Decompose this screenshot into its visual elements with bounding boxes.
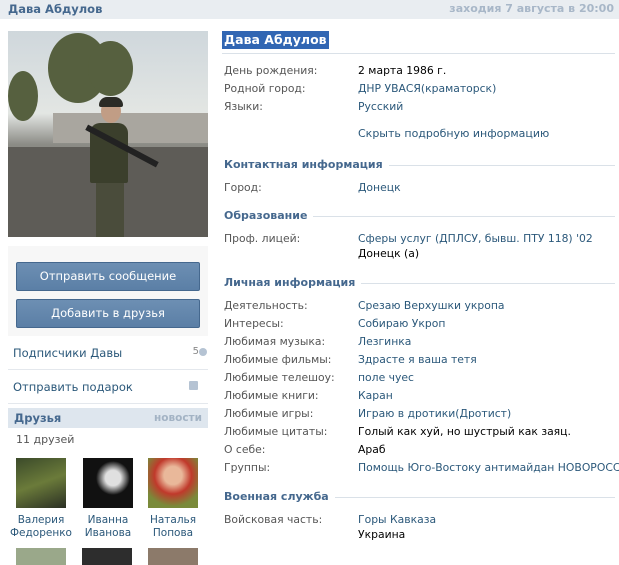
info-value[interactable]: Донецк xyxy=(358,181,401,194)
friend-last-name[interactable]: Федоренко xyxy=(8,527,74,540)
friend-avatar[interactable] xyxy=(16,458,66,508)
tree-shape xyxy=(8,71,38,121)
friends-title[interactable]: Друзья xyxy=(14,411,61,425)
info-value: Араб xyxy=(358,443,386,456)
friend-card[interactable]: Наталья Попова xyxy=(140,458,206,540)
info-key: Любимая музыка: xyxy=(224,335,326,348)
section-title: Контактная информация xyxy=(224,158,389,171)
friends-news-link[interactable]: новости xyxy=(154,412,202,424)
profile-name: Дава Абдулов xyxy=(222,31,329,49)
info-value[interactable]: Собираю Укроп xyxy=(358,317,445,330)
info-key: Город: xyxy=(224,181,262,194)
friend-last-name[interactable]: Попова xyxy=(140,527,206,540)
profile-photo[interactable] xyxy=(8,31,208,237)
info-key: Группы: xyxy=(224,461,271,474)
info-value[interactable]: Русский xyxy=(358,100,403,113)
info-value[interactable]: Помощь Юго-Востоку антимайдан НОВОРОССИЯ xyxy=(358,461,619,474)
friend-avatar[interactable] xyxy=(82,548,132,565)
info-key: День рождения: xyxy=(224,64,318,77)
person-legs xyxy=(96,181,124,237)
personal-section: Личная информация xyxy=(224,276,615,290)
info-value[interactable]: поле чуес xyxy=(358,371,414,384)
friend-first-name[interactable]: Иванна xyxy=(75,514,141,527)
last-seen: заходия 7 августа в 20:00 xyxy=(449,2,614,15)
info-key: Деятельность: xyxy=(224,299,308,312)
add-friend-button[interactable]: Добавить в друзья xyxy=(16,299,200,328)
send-gift-link[interactable]: Отправить подарок xyxy=(8,370,208,404)
profile-info: Дава Абдулов День рождения: 2 марта 1986… xyxy=(222,31,619,554)
info-key: Интересы: xyxy=(224,317,284,330)
info-value[interactable]: Сферы услуг (ДПЛСУ, бывш. ПТУ 118) '02 xyxy=(358,232,593,245)
friend-first-name[interactable]: Валерия xyxy=(8,514,74,527)
info-value: Донецк (а) xyxy=(358,247,420,260)
header-name: Дава Абдулов xyxy=(8,2,103,16)
info-key: О себе: xyxy=(224,443,266,456)
info-key: Языки: xyxy=(224,100,263,113)
info-value[interactable]: ДНР УВАСЯ(краматорск) xyxy=(358,82,496,95)
section-title: Образование xyxy=(224,209,314,222)
friend-card[interactable]: Валерия Федоренко xyxy=(8,458,74,540)
info-value: Украина xyxy=(358,528,406,541)
friends-header: Друзья новости xyxy=(8,408,208,428)
friend-last-name[interactable]: Иванова xyxy=(75,527,141,540)
info-key: Проф. лицей: xyxy=(224,232,301,245)
info-block: День рождения: 2 марта 1986 г. Родной го… xyxy=(222,54,619,554)
subscribers-label: Подписчики Давы xyxy=(13,346,123,360)
person-cap xyxy=(99,97,123,107)
info-key: Любимые книги: xyxy=(224,389,319,402)
info-key: Войсковая часть: xyxy=(224,513,323,526)
info-value[interactable]: Лезгинка xyxy=(358,335,411,348)
info-value[interactable]: Горы Кавказа xyxy=(358,513,436,526)
section-title: Военная служба xyxy=(224,490,335,503)
gift-icon xyxy=(189,381,198,390)
gift-label: Отправить подарок xyxy=(13,380,133,394)
friends-grid: Валерия Федоренко Иванна Иванова Наталья… xyxy=(8,450,208,565)
friend-avatar[interactable] xyxy=(83,458,133,508)
info-key: Любимые игры: xyxy=(224,407,314,420)
people-icon xyxy=(199,348,207,356)
info-value: Голый как хуй, но шустрый как заяц. xyxy=(358,425,571,438)
tree-shape xyxy=(88,41,133,96)
friend-avatar[interactable] xyxy=(148,548,198,565)
section-title: Личная информация xyxy=(224,276,362,289)
friend-card[interactable]: Иванна Иванова xyxy=(75,458,141,540)
info-key: Любимые телешоу: xyxy=(224,371,335,384)
info-key: Любимые цитаты: xyxy=(224,425,328,438)
info-value[interactable]: Каран xyxy=(358,389,393,402)
info-key: Любимые фильмы: xyxy=(224,353,332,366)
friend-avatar[interactable] xyxy=(16,548,66,565)
friend-first-name[interactable]: Наталья xyxy=(140,514,206,527)
info-value: 2 марта 1986 г. xyxy=(358,64,447,77)
top-bar: Дава Абдулов заходия 7 августа в 20:00 xyxy=(0,0,619,19)
info-value[interactable]: Играю в дротики(Дротист) xyxy=(358,407,511,420)
military-section: Военная служба xyxy=(224,490,615,504)
wall-shape xyxy=(53,113,208,143)
friends-count[interactable]: 11 друзей xyxy=(8,428,208,450)
profile-actions: Отправить сообщение Добавить в друзья xyxy=(8,246,208,336)
send-message-button[interactable]: Отправить сообщение xyxy=(16,262,200,291)
hide-details-link[interactable]: Скрыть подробную информацию xyxy=(358,127,549,140)
info-value[interactable]: Здрасте я ваша тетя xyxy=(358,353,477,366)
info-key: Родной город: xyxy=(224,82,306,95)
contacts-section: Контактная информация xyxy=(224,158,615,172)
info-value[interactable]: Срезаю Верхушки укропа xyxy=(358,299,505,312)
friend-avatar[interactable] xyxy=(148,458,198,508)
subscribers-link[interactable]: Подписчики Давы 5 xyxy=(8,336,208,370)
education-section: Образование xyxy=(224,209,615,223)
left-column: Отправить сообщение Добавить в друзья По… xyxy=(8,31,208,565)
